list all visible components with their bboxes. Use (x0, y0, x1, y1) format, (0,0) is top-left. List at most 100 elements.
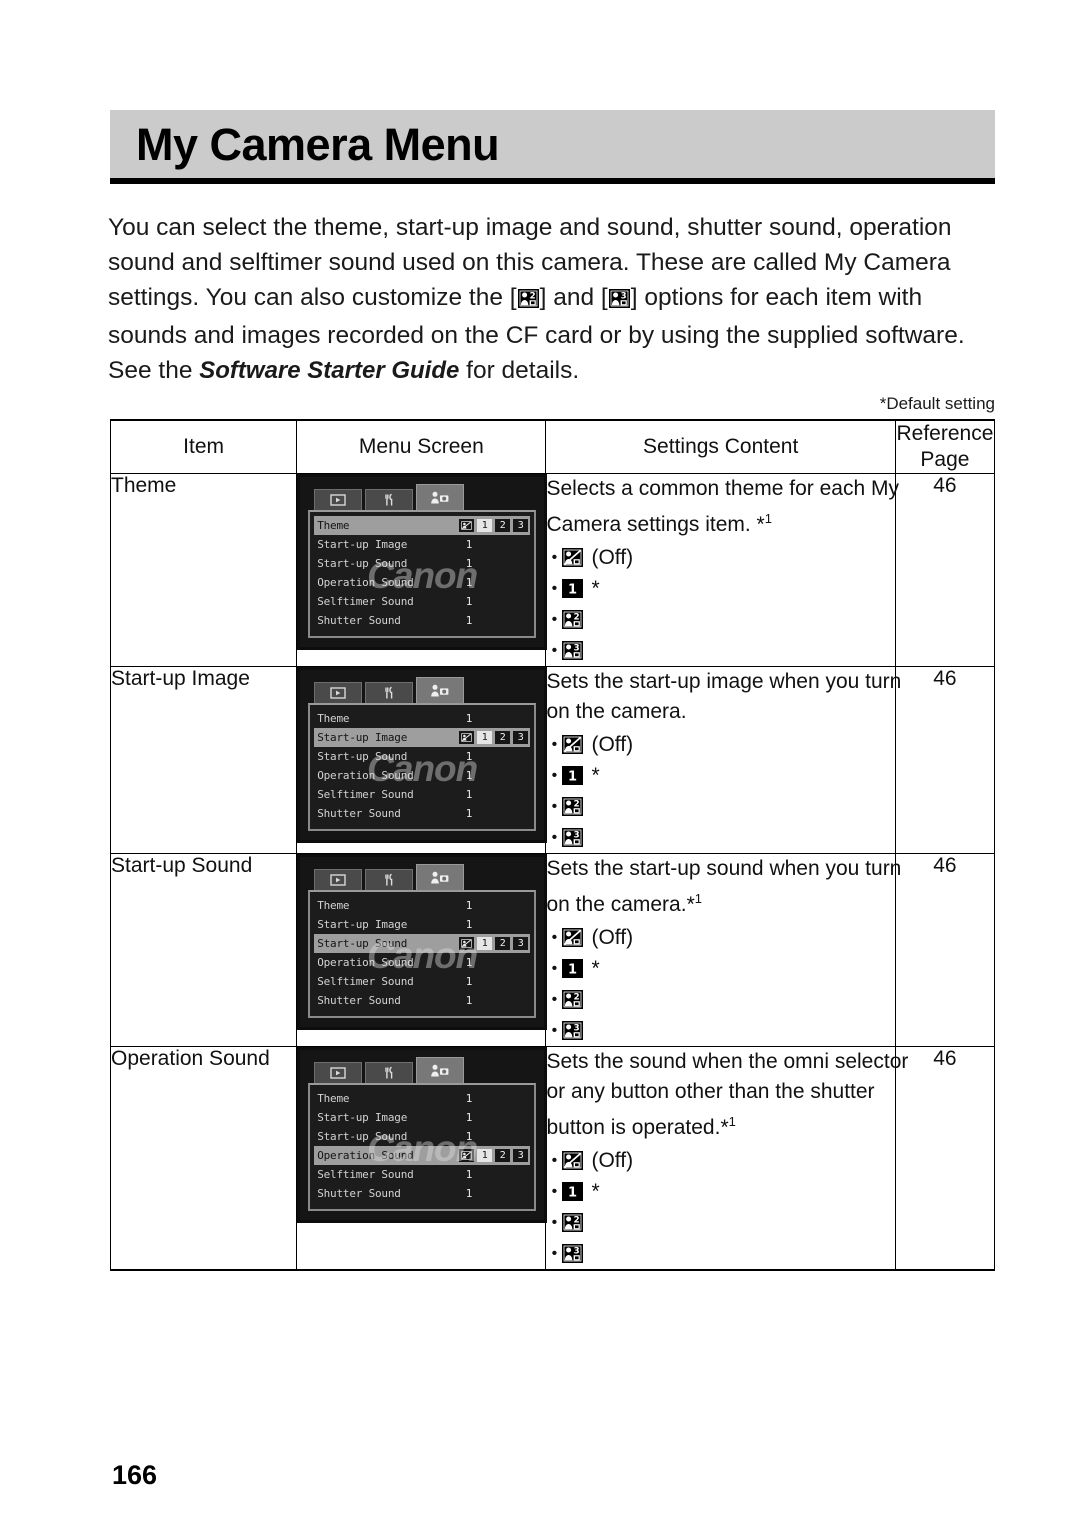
my-camera-1-icon: 1 (562, 959, 584, 978)
lcd-menu-item[interactable]: Shutter Sound 1 (314, 804, 530, 823)
lcd-menu-item[interactable]: Operation Sound 1 (314, 953, 530, 972)
bullet-marker: • (551, 1021, 558, 1039)
lcd-option-2[interactable]: 2 (495, 731, 511, 744)
lcd-menu-item[interactable]: Start-up Sound 1 (314, 747, 530, 766)
lcd-option-1[interactable]: 1 (477, 519, 493, 532)
option-item: • 1 * (546, 573, 894, 604)
svg-text:3: 3 (574, 1023, 580, 1033)
lcd-my-camera-tab-icon[interactable] (416, 1057, 465, 1083)
lcd-option-off[interactable] (459, 1149, 475, 1162)
description-line: on the camera.*1 (546, 891, 702, 916)
lcd-menu-item[interactable]: Shutter Sound 1 (314, 1184, 530, 1203)
lcd-option-3[interactable]: 3 (513, 519, 529, 532)
lcd-tab-bar (314, 484, 536, 510)
table-body: Theme Theme 1 2 3 Start-up Image 1 Start-up Sou… (109, 473, 996, 1271)
lcd-playback-tab-icon[interactable] (314, 682, 363, 703)
intro-italic-title: Software Starter Guide (199, 357, 460, 384)
lcd-menu-item[interactable]: Selftimer Sound 1 (314, 1165, 530, 1184)
lcd-menu-item[interactable]: Selftimer Sound 1 (314, 785, 530, 804)
lcd-option-2[interactable]: 2 (495, 519, 511, 532)
my-camera-off-icon (562, 548, 584, 567)
lcd-playback-tab-icon[interactable] (314, 489, 363, 510)
lcd-option-off[interactable] (459, 519, 475, 532)
option-item: • 3 (546, 635, 894, 666)
lcd-menu-item[interactable]: Start-up Image 1 (314, 535, 530, 554)
lcd-menu-item-selected[interactable]: Operation Sound 1 2 3 (314, 1146, 531, 1165)
my-camera-2-icon: 2 (562, 610, 584, 629)
cell-item-name: Start-up Image (109, 666, 298, 854)
lcd-menu-item-selected[interactable]: Start-up Sound 1 2 3 (314, 934, 531, 953)
bullet-marker: • (551, 959, 558, 977)
table-header-row: Item Menu Screen Settings Content Refere… (109, 419, 996, 474)
lcd-menu-item[interactable]: Shutter Sound 1 (314, 611, 530, 630)
cell-menu-screen: Theme 1 2 3 Start-up Image 1 Start-up Sound 1 Op… (296, 473, 548, 667)
lcd-menu-item-selected[interactable]: Theme 1 2 3 (314, 516, 531, 535)
lcd-menu-item[interactable]: Theme 1 (314, 709, 530, 728)
lcd-menu-item-selected[interactable]: Start-up Image 1 2 3 (314, 728, 531, 747)
bullet-marker: • (551, 990, 558, 1008)
svg-text:2: 2 (574, 1215, 580, 1225)
intro-text-part4: for details. (459, 357, 580, 384)
option-label: * (591, 1180, 600, 1203)
description-line: Sets the sound when the omni selector (546, 1050, 909, 1073)
lcd-menu-item[interactable]: Theme 1 (314, 896, 530, 915)
lcd-menu-item[interactable]: Start-up Sound 1 (314, 1127, 530, 1146)
option-label: (Off) (591, 733, 634, 756)
cell-item-name: Operation Sound (109, 1046, 298, 1271)
lcd-option-1[interactable]: 1 (477, 1149, 493, 1162)
cell-reference-page: 46 (894, 473, 996, 667)
my-camera-off-icon (562, 1151, 584, 1170)
lcd-menu-item[interactable]: Shutter Sound 1 (314, 991, 530, 1010)
my-camera-off-icon (562, 735, 584, 754)
option-item: • 1 * (546, 760, 894, 791)
lcd-menu-list: Theme 1 2 3 Start-up Image 1 Start-up Sound 1 Op… (314, 516, 531, 630)
lcd-my-camera-tab-icon[interactable] (416, 864, 465, 890)
lcd-option-2[interactable]: 2 (495, 1149, 511, 1162)
lcd-setup-tab-icon[interactable] (365, 489, 414, 510)
lcd-menu-item[interactable]: Operation Sound 1 (314, 766, 530, 785)
lcd-playback-tab-icon[interactable] (314, 1062, 363, 1083)
option-label: * (591, 764, 600, 787)
option-list: • (Off) • 1 * • 2 • 3 (546, 922, 894, 1046)
lcd-menu-item[interactable]: Start-up Image 1 (314, 915, 530, 934)
lcd-playback-tab-icon[interactable] (314, 869, 363, 890)
lcd-option-1[interactable]: 1 (477, 731, 493, 744)
svg-text:2: 2 (574, 992, 580, 1002)
lcd-setup-tab-icon[interactable] (365, 869, 414, 890)
lcd-option-set: 123 (459, 937, 530, 950)
cell-menu-screen: Theme 1 Start-up Image 1 Start-up Sound 1 Oper… (296, 1046, 548, 1271)
lcd-my-camera-tab-icon[interactable] (416, 677, 465, 703)
lcd-menu-item[interactable]: Selftimer Sound 1 (314, 592, 530, 611)
column-header-menu-screen: Menu Screen (296, 419, 547, 474)
lcd-menu-panel: Theme 1 Start-up Image 1 2 3 Start-up Sound 1 Op… (308, 703, 537, 831)
lcd-menu-list: Theme 1 Start-up Image 1 2 3 Start-up Sound 1 Op… (314, 709, 531, 823)
option-label: * (591, 957, 600, 980)
bullet-marker: • (551, 928, 558, 946)
lcd-option-set: 123 (459, 731, 530, 744)
lcd-setup-tab-icon[interactable] (365, 682, 414, 703)
option-item: • (Off) (546, 542, 894, 573)
my-camera-3-icon: 3 (562, 1021, 584, 1040)
lcd-option-off[interactable] (459, 937, 475, 950)
lcd-option-3[interactable]: 3 (513, 1149, 529, 1162)
lcd-setup-tab-icon[interactable] (365, 1062, 414, 1083)
lcd-option-1[interactable]: 1 (477, 937, 493, 950)
lcd-option-2[interactable]: 2 (495, 937, 511, 950)
lcd-menu-item[interactable]: Selftimer Sound 1 (314, 972, 530, 991)
option-item: • (Off) (546, 1145, 894, 1176)
description-line: Camera settings item. *1 (546, 511, 772, 536)
lcd-menu-item[interactable]: Theme 1 (314, 1089, 530, 1108)
lcd-my-camera-tab-icon[interactable] (416, 484, 465, 510)
lcd-option-3[interactable]: 3 (513, 731, 529, 744)
lcd-option-off[interactable] (459, 731, 475, 744)
description-line: Sets the start-up sound when you turn (546, 857, 902, 880)
description-line: Selects a common theme for each My (546, 477, 899, 500)
lcd-menu-item[interactable]: Start-up Image 1 (314, 1108, 530, 1127)
table-row: Operation Sound Theme 1 Start-up Image 1 Star… (109, 1046, 996, 1271)
lcd-menu-item[interactable]: Start-up Sound 1 (314, 554, 530, 573)
lcd-option-3[interactable]: 3 (513, 937, 529, 950)
option-item: • 2 (546, 984, 894, 1015)
cell-settings-content: Sets the sound when the omni selector or … (545, 1046, 909, 1271)
lcd-menu-item[interactable]: Operation Sound 1 (314, 573, 530, 592)
my-camera-3-icon: 3 (562, 828, 584, 847)
